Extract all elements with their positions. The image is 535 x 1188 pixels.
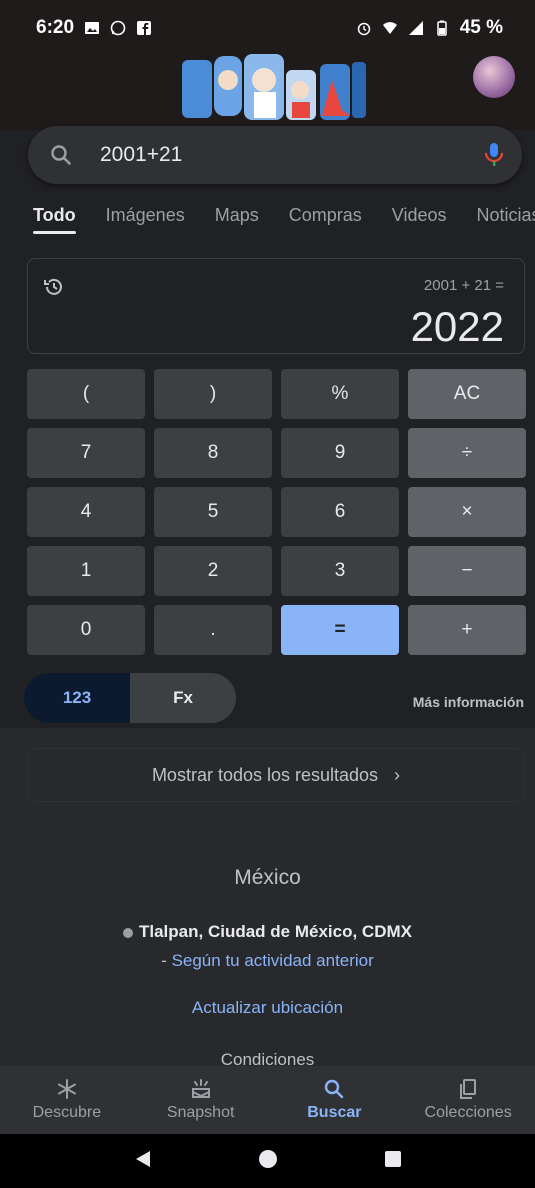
calc-key-6[interactable]: 9 [281, 428, 399, 478]
profile-avatar[interactable] [473, 56, 515, 98]
more-info-link[interactable]: Más información [413, 694, 524, 710]
search-icon[interactable] [32, 126, 90, 184]
search-input[interactable]: 2001+21 [100, 143, 466, 167]
calc-key-0[interactable]: ( [27, 369, 145, 419]
calculator-expression: 2001 + 21 = [423, 277, 504, 294]
snapshot-icon [191, 1079, 210, 1098]
show-all-results-label: Mostrar todos los resultados [151, 764, 379, 785]
location-dot-icon [123, 927, 133, 938]
location-place: Tlalpan, Ciudad de México, CDMX [0, 922, 535, 942]
search-bar[interactable]: 2001+21 [28, 126, 522, 184]
bottom-navigation: Descubre Snapshot Buscar Colecciones [0, 1066, 535, 1134]
location-country: México [234, 866, 301, 889]
calculator-keypad: ()% AC 7 8 9 ÷ 4 5 6 × 1 2 3− 0. = + [27, 369, 526, 655]
calc-key-11[interactable]: × [408, 487, 526, 537]
facebook-icon [137, 21, 152, 35]
nav-colecciones[interactable]: Colecciones [401, 1066, 535, 1134]
tab-noticias[interactable]: Noticias [476, 186, 535, 244]
nav-descubre-label: Descubre [32, 1104, 102, 1121]
calc-key-16[interactable]: 0 [27, 605, 145, 655]
tab-videos[interactable]: Videos [392, 186, 447, 244]
header: 6:20 45 % [0, 0, 535, 130]
alarm-icon [357, 22, 370, 36]
history-icon[interactable] [42, 275, 66, 299]
search-icon [325, 1079, 344, 1099]
calc-key-8[interactable]: 4 [27, 487, 145, 537]
back-icon[interactable] [132, 1148, 154, 1175]
gallery-icon [85, 22, 100, 34]
tab-compras[interactable]: Compras [289, 186, 362, 244]
mic-icon[interactable] [466, 126, 522, 184]
calculator-result: 2022 [410, 303, 504, 350]
whatsapp-icon [110, 20, 126, 36]
calc-key-9[interactable]: 5 [154, 487, 272, 537]
calc-key-14[interactable]: 3 [281, 546, 399, 596]
recents-icon[interactable] [382, 1148, 404, 1175]
collections-icon [460, 1079, 477, 1099]
battery-level: 45 % [459, 17, 503, 38]
calculator-display: 2001 + 21 = 2022 [27, 258, 525, 354]
google-doodle-logo[interactable] [182, 50, 368, 124]
calc-key-19[interactable]: + [408, 605, 526, 655]
calc-key-4[interactable]: 7 [27, 428, 145, 478]
nav-buscar-label: Buscar [307, 1104, 362, 1121]
calc-key-3[interactable]: AC [408, 369, 526, 419]
signal-icon [408, 21, 423, 35]
status-time: 6:20 [36, 17, 75, 38]
calc-key-15[interactable]: − [408, 546, 526, 596]
activity-link[interactable]: Según tu actividad anterior [172, 951, 374, 970]
tab-maps[interactable]: Maps [215, 186, 259, 244]
battery-icon [436, 20, 447, 36]
calculator-mode-toggle: 123 Fx [24, 673, 236, 723]
wifi-icon [382, 22, 397, 34]
mode-123-button[interactable]: 123 [24, 673, 130, 723]
chevron-right-icon: › [394, 764, 401, 785]
calc-key-2[interactable]: % [281, 369, 399, 419]
asterisk-icon [57, 1079, 76, 1099]
location-place-text: Tlalpan, Ciudad de México, CDMX [139, 922, 412, 941]
nav-colecciones-label: Colecciones [424, 1104, 512, 1121]
calc-key-13[interactable]: 2 [154, 546, 272, 596]
nav-snapshot[interactable]: Snapshot [134, 1066, 268, 1134]
status-bar: 6:20 45 % [0, 0, 535, 56]
calc-key-12[interactable]: 1 [27, 546, 145, 596]
activity-prefix: - [161, 951, 172, 970]
calc-key-10[interactable]: 6 [281, 487, 399, 537]
nav-snapshot-label: Snapshot [166, 1104, 235, 1121]
mode-fx-button[interactable]: Fx [130, 673, 236, 723]
calc-key-1[interactable]: ) [154, 369, 272, 419]
home-icon[interactable] [257, 1148, 279, 1175]
nav-descubre[interactable]: Descubre [0, 1066, 134, 1134]
show-all-results-button[interactable]: Mostrar todos los resultados › [27, 748, 525, 802]
tab-todo[interactable]: Todo [33, 186, 76, 244]
calc-key-18[interactable]: = [281, 605, 399, 655]
calc-key-5[interactable]: 8 [154, 428, 272, 478]
location-activity: - Según tu actividad anterior [0, 951, 535, 971]
nav-buscar[interactable]: Buscar [268, 1066, 402, 1134]
update-location-link[interactable]: Actualizar ubicación [0, 998, 535, 1018]
search-tabs: Todo Imágenes Maps Compras Videos Notici… [0, 186, 535, 244]
tab-imagenes[interactable]: Imágenes [106, 186, 185, 244]
calc-key-7[interactable]: ÷ [408, 428, 526, 478]
calc-key-17[interactable]: . [154, 605, 272, 655]
system-navigation-bar [0, 1134, 535, 1188]
